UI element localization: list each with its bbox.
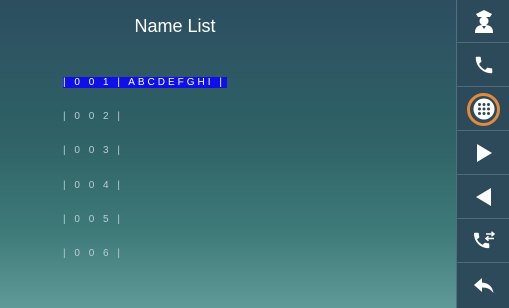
play-left-icon <box>475 188 491 206</box>
keypad-button[interactable] <box>457 88 509 131</box>
list-item-005[interactable]: | 0 0 5 | <box>63 214 227 225</box>
list-item-001[interactable]: | 0 0 1 | ABCDEFGHI | <box>63 77 227 88</box>
call-transfer-icon <box>473 231 495 249</box>
next-button[interactable] <box>457 132 509 175</box>
call-transfer-button[interactable] <box>457 220 509 263</box>
back-button[interactable] <box>457 264 509 308</box>
sidebar <box>456 0 509 308</box>
guard-icon <box>474 10 493 33</box>
page-title: Name List <box>134 16 216 36</box>
name-list: | 0 0 1 | ABCDEFGHI | | 0 0 2 | | 0 0 3 … <box>63 72 227 282</box>
phone-icon <box>475 56 492 74</box>
back-arrow-icon <box>473 278 493 293</box>
play-right-icon <box>476 144 492 162</box>
screen: Name List | 0 0 1 | ABCDEFGHI | | 0 0 2 … <box>0 0 454 308</box>
previous-button[interactable] <box>457 176 509 219</box>
list-item-006[interactable]: | 0 0 6 | <box>63 248 227 259</box>
list-item-003[interactable]: | 0 0 3 | <box>63 145 227 156</box>
list-item-004[interactable]: | 0 0 4 | <box>63 180 227 191</box>
guard-button[interactable] <box>457 0 509 43</box>
keypad-icon <box>473 98 494 120</box>
call-button[interactable] <box>457 44 509 87</box>
list-item-002[interactable]: | 0 0 2 | <box>63 111 227 122</box>
